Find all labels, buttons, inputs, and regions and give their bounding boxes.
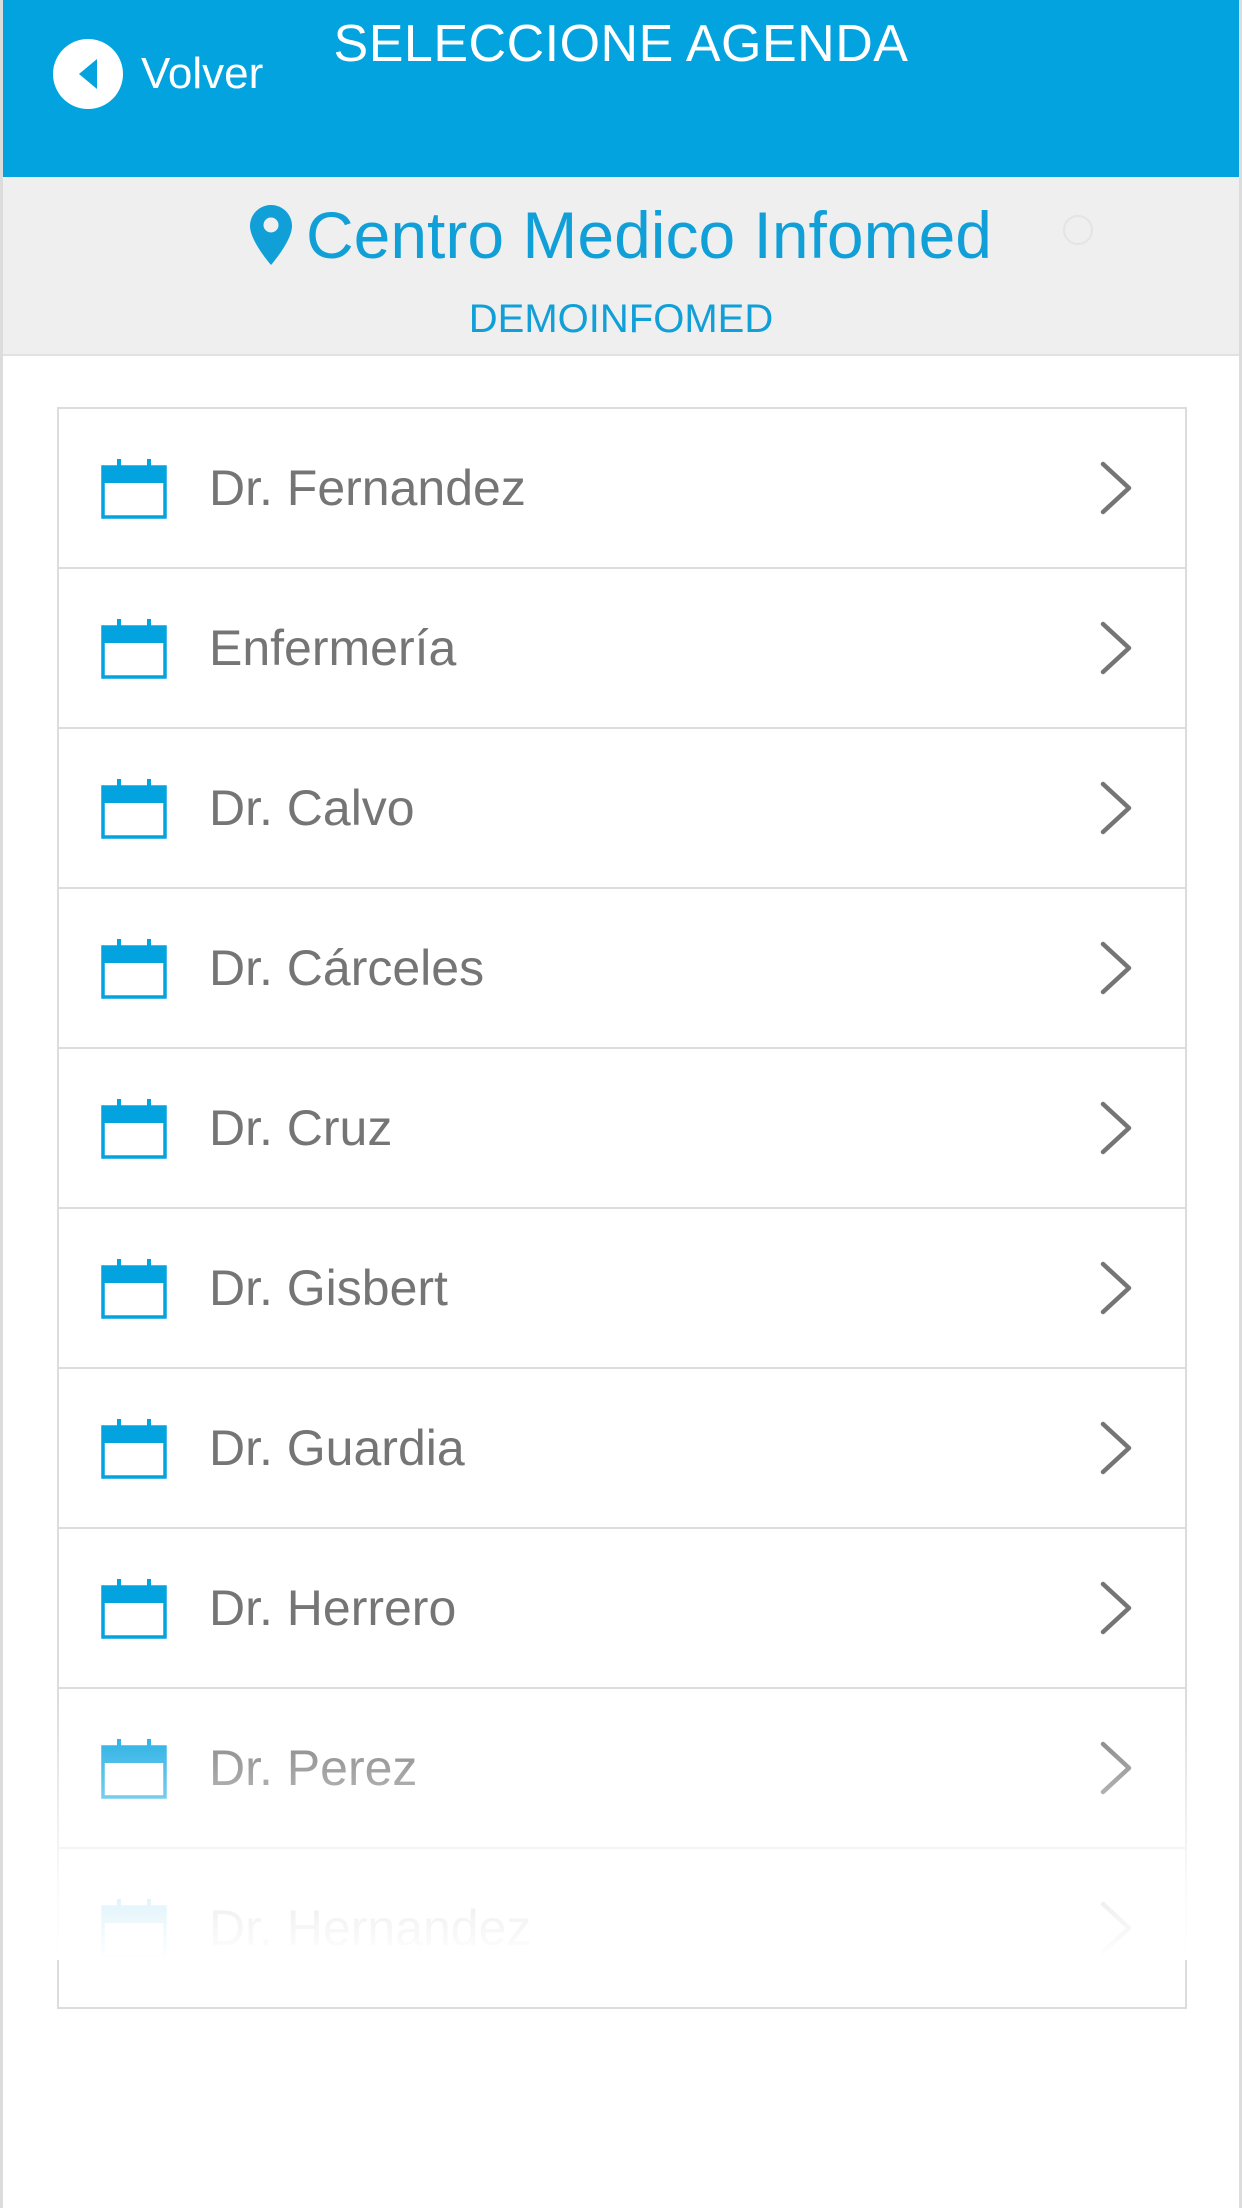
agenda-item-label: Dr. Herrero (209, 1580, 457, 1636)
agenda-item[interactable]: Dr. Hernandez (59, 1849, 1185, 2009)
center-name: Centro Medico Infomed (305, 198, 992, 272)
calendar-icon (101, 1897, 167, 1959)
agenda-item-label: Dr. Hernandez (209, 1900, 532, 1956)
chevron-right-icon (1099, 620, 1133, 676)
agenda-item-label: Enfermería (209, 620, 457, 676)
top-bar: Volver SELECCIONE AGENDA (3, 0, 1239, 177)
agenda-item-label: Dr. Guardia (209, 1420, 465, 1476)
app-frame: Volver SELECCIONE AGENDA Centro Medico I… (3, 0, 1239, 2208)
agenda-item-label: Dr. Fernandez (209, 460, 526, 516)
calendar-icon (101, 1097, 167, 1159)
calendar-icon (101, 1577, 167, 1639)
agenda-item[interactable]: Enfermería (59, 569, 1185, 729)
calendar-icon (101, 457, 167, 519)
agenda-item-label: Dr. Cárceles (209, 940, 485, 996)
chevron-right-icon (1099, 1740, 1133, 1796)
calendar-icon (101, 937, 167, 999)
center-header: Centro Medico Infomed DEMOINFOMED (3, 177, 1239, 356)
agenda-item[interactable]: Dr. Perez (59, 1689, 1185, 1849)
calendar-icon (101, 777, 167, 839)
agenda-item[interactable]: Dr. Gisbert (59, 1209, 1185, 1369)
center-name-row: Centro Medico Infomed (3, 197, 1239, 273)
agenda-item[interactable]: Dr. Cárceles (59, 889, 1185, 1049)
chevron-right-icon (1099, 460, 1133, 516)
calendar-icon (101, 1417, 167, 1479)
chevron-right-icon (1099, 1260, 1133, 1316)
agenda-item[interactable]: Dr. Cruz (59, 1049, 1185, 1209)
agenda-item-label: Dr. Calvo (209, 780, 415, 836)
calendar-icon (101, 1257, 167, 1319)
agenda-item-label: Dr. Perez (209, 1740, 418, 1796)
agenda-item[interactable]: Dr. Guardia (59, 1369, 1185, 1529)
chevron-right-icon (1099, 1420, 1133, 1476)
chevron-right-icon (1099, 1900, 1133, 1956)
calendar-icon (101, 1737, 167, 1799)
agenda-item[interactable]: Dr. Herrero (59, 1529, 1185, 1689)
agenda-item-label: Dr. Gisbert (209, 1260, 448, 1316)
chevron-right-icon (1099, 1580, 1133, 1636)
chevron-right-icon (1099, 1100, 1133, 1156)
agenda-list: Dr. Fernandez Enfermería Dr. Calvo Dr. Cárc… (57, 407, 1187, 2009)
map-pin-icon (249, 205, 292, 265)
agenda-item[interactable]: Dr. Calvo (59, 729, 1185, 889)
page-title: SELECCIONE AGENDA (333, 15, 909, 73)
chevron-right-icon (1099, 940, 1133, 996)
agenda-item-label: Dr. Cruz (209, 1100, 393, 1156)
chevron-right-icon (1099, 780, 1133, 836)
agenda-item[interactable]: Dr. Fernandez (59, 409, 1185, 569)
center-code: DEMOINFOMED (468, 297, 774, 341)
status-indicator (1063, 215, 1093, 245)
calendar-icon (101, 617, 167, 679)
